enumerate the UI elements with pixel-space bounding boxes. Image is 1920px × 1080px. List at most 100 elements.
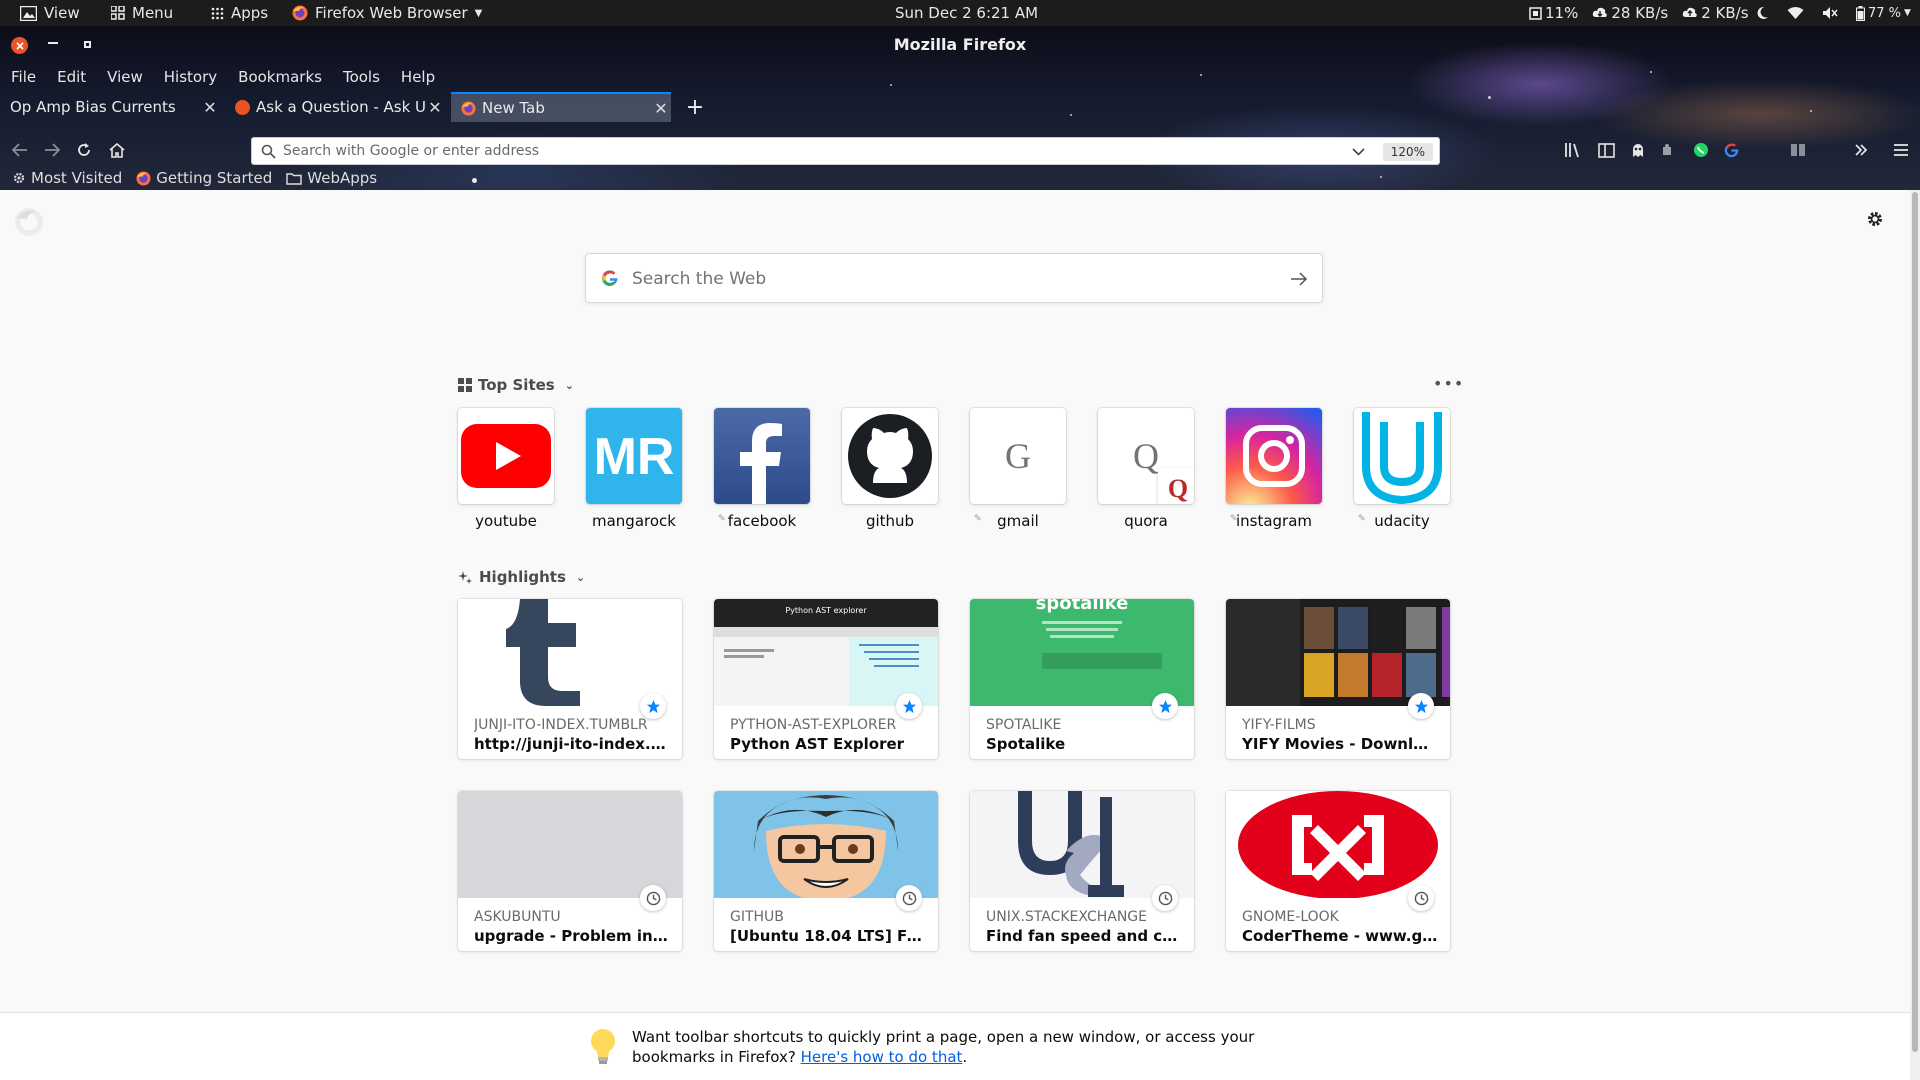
bookmark-most-visited[interactable]: Most Visited xyxy=(12,169,122,187)
night-light-icon[interactable] xyxy=(1756,6,1769,20)
highlight-card[interactable]: spotalike SPOTALIKE Spotalike xyxy=(970,599,1194,759)
highlight-card[interactable]: Python AST explorer PYTHON-AST-EXPLORER … xyxy=(714,599,938,759)
search-submit-arrow-icon[interactable] xyxy=(1290,272,1308,286)
bookmark-star-icon xyxy=(1158,699,1172,713)
bookmark-star-badge xyxy=(640,693,666,719)
tab-op-amp[interactable]: Op Amp Bias Currents ✕ xyxy=(0,92,220,122)
bookmark-star-icon xyxy=(1414,699,1428,713)
highlight-title: Find fan speed and cpu t... xyxy=(986,927,1182,945)
top-site-instagram[interactable]: ✎ instagram xyxy=(1226,408,1322,538)
library-button[interactable] xyxy=(1562,140,1584,160)
cpu-indicator[interactable]: 11% xyxy=(1529,4,1578,22)
web-search-box[interactable] xyxy=(585,253,1323,303)
extension-button[interactable] xyxy=(1787,140,1809,160)
tile-icon-box xyxy=(842,408,938,504)
snippet-text: Want toolbar shortcuts to quickly print … xyxy=(632,1027,1332,1067)
top-site-udacity[interactable]: ✎ udacity xyxy=(1354,408,1450,538)
wifi-icon[interactable] xyxy=(1787,6,1804,20)
top-site-gmail[interactable]: G ✎ gmail xyxy=(970,408,1066,538)
panel-app-menu[interactable]: Firefox Web Browser ▼ xyxy=(292,0,482,26)
address-bar[interactable]: 120% xyxy=(251,137,1440,165)
upload-indicator[interactable]: 2 KB/s xyxy=(1682,4,1749,22)
menu-bookmarks[interactable]: Bookmarks xyxy=(227,68,332,86)
highlights-header[interactable]: Highlights ⌄ xyxy=(458,568,585,586)
top-sites-header[interactable]: Top Sites ⌄ xyxy=(458,376,574,394)
panel-view-button[interactable]: View xyxy=(20,0,80,26)
panel-apps-button[interactable]: Apps xyxy=(211,0,268,26)
extension-button[interactable] xyxy=(1657,140,1679,160)
highlight-card[interactable]: GNOME-LOOK CoderTheme - www.gno... xyxy=(1226,791,1450,951)
bookmark-getting-started[interactable]: Getting Started xyxy=(136,169,272,187)
tab-bar: Op Amp Bias Currents ✕ Ask a Question - … xyxy=(0,92,1920,122)
zoom-reset-button[interactable]: 120% xyxy=(1382,143,1433,161)
highlight-host: ASKUBUNTU xyxy=(474,909,561,925)
web-search-input[interactable] xyxy=(632,268,1252,290)
dropdown-chevron-icon[interactable] xyxy=(1352,148,1365,156)
extension-button[interactable] xyxy=(1627,140,1649,160)
download-indicator[interactable]: 28 KB/s xyxy=(1592,4,1668,22)
tab-ask-ubuntu[interactable]: Ask a Question - Ask Ub ✕ xyxy=(225,92,445,122)
highlight-card[interactable]: UNIX.STACKEXCHANGE Find fan speed and cp… xyxy=(970,791,1194,951)
firefox-favicon-icon xyxy=(461,100,476,116)
tab-close-icon[interactable]: ✕ xyxy=(200,98,220,117)
unix-stackexchange-logo-icon xyxy=(1018,791,1124,897)
svg-text:MR: MR xyxy=(594,428,675,486)
letter-q-icon: Q xyxy=(1133,436,1159,476)
highlight-host: PYTHON-AST-EXPLORER xyxy=(730,717,897,733)
tab-close-icon[interactable]: ✕ xyxy=(425,98,445,117)
battery-indicator[interactable]: 77 % ▼ xyxy=(1856,5,1911,21)
highlight-card[interactable]: YIFY-FILMS YIFY Movies - Download ... xyxy=(1226,599,1450,759)
menu-view[interactable]: View xyxy=(96,68,153,86)
sidebar-button[interactable] xyxy=(1595,140,1617,160)
panel-status-area[interactable]: 11% 28 KB/s 2 KB/s xyxy=(1529,0,1749,26)
workspace-icon xyxy=(20,5,37,21)
scrollbar[interactable] xyxy=(1910,190,1920,1080)
panel-system-icons[interactable]: 77 % ▼ xyxy=(1756,0,1911,26)
chevron-down-icon: ▼ xyxy=(1904,8,1911,18)
whatsapp-extension-button[interactable] xyxy=(1690,140,1712,160)
tile-icon-box xyxy=(1354,408,1450,504)
library-icon xyxy=(1565,143,1579,158)
bookmark-label: Most Visited xyxy=(31,169,123,187)
bookmark-webapps[interactable]: WebApps xyxy=(286,169,377,187)
overflow-menu-button[interactable] xyxy=(1850,140,1872,160)
top-site-quora[interactable]: Q Q quora xyxy=(1098,408,1194,538)
snippet-link[interactable]: Here's how to do that xyxy=(801,1048,963,1066)
top-sites-more-button[interactable]: ••• xyxy=(1433,374,1464,393)
highlight-title: [Ubuntu 18.04 LTS] Font... xyxy=(730,927,926,945)
clock-label: Sun Dec 2 6:21 AM xyxy=(895,4,1039,22)
top-site-label: youtube xyxy=(475,512,537,530)
menu-history[interactable]: History xyxy=(153,68,227,86)
highlight-thumbnail xyxy=(970,791,1194,898)
highlight-card[interactable]: JUNJI-ITO-INDEX.TUMBLR http://junji-ito-… xyxy=(458,599,682,759)
panel-clock[interactable]: Sun Dec 2 6:21 AM xyxy=(895,0,1038,26)
highlight-card[interactable]: ASKUBUNTU upgrade - Problem in ub... xyxy=(458,791,682,951)
top-site-facebook[interactable]: ✎ facebook xyxy=(714,408,810,538)
menu-edit[interactable]: Edit xyxy=(46,68,96,86)
forward-button[interactable] xyxy=(40,138,64,162)
panel-menu-button[interactable]: Menu xyxy=(111,0,173,26)
menu-file[interactable]: File xyxy=(0,68,46,86)
tab-close-icon[interactable]: ✕ xyxy=(651,99,671,118)
back-button[interactable] xyxy=(8,138,32,162)
google-extension-button[interactable] xyxy=(1720,140,1742,160)
new-tab-button[interactable]: + xyxy=(680,92,710,122)
url-input[interactable] xyxy=(283,142,1363,160)
settings-gear-icon[interactable] xyxy=(1866,210,1884,228)
scrollbar-thumb[interactable] xyxy=(1912,192,1918,1052)
top-site-github[interactable]: github xyxy=(842,408,938,538)
menu-help[interactable]: Help xyxy=(390,68,445,86)
reload-button[interactable] xyxy=(72,138,96,162)
mangarock-icon: MR xyxy=(594,428,675,486)
tab-new-tab[interactable]: New Tab ✕ xyxy=(451,92,671,122)
volume-muted-icon[interactable] xyxy=(1822,6,1838,20)
top-site-youtube[interactable]: youtube xyxy=(458,408,554,538)
highlight-title: CoderTheme - www.gno... xyxy=(1242,927,1438,945)
highlight-thumbnail xyxy=(1226,791,1450,898)
highlight-card[interactable]: GITHUB [Ubuntu 18.04 LTS] Font... xyxy=(714,791,938,951)
top-site-mangarock[interactable]: MR mangarock xyxy=(586,408,682,538)
menu-tools[interactable]: Tools xyxy=(332,68,390,86)
hamburger-menu-button[interactable] xyxy=(1890,140,1912,160)
panel-apps-label: Apps xyxy=(231,4,269,22)
home-button[interactable] xyxy=(105,138,129,162)
